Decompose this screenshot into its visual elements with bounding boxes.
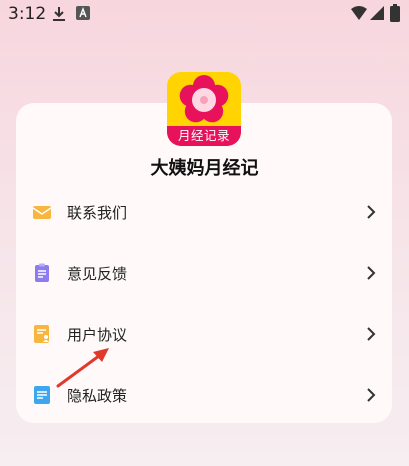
- chevron-right-icon: [367, 205, 376, 219]
- chevron-right-icon: [367, 327, 376, 341]
- download-icon: [53, 7, 65, 21]
- menu-item-label: 用户协议: [67, 326, 128, 344]
- flower-icon: [179, 75, 229, 123]
- menu-item-label: 联系我们: [67, 204, 128, 222]
- app-logo-banner: 月经记录: [167, 126, 241, 146]
- menu-item-contact-us[interactable]: 联系我们: [16, 188, 392, 236]
- status-time: 3:12: [8, 4, 47, 24]
- menu-item-feedback[interactable]: 意见反馈: [16, 249, 392, 297]
- annotation-arrow-icon: [56, 348, 109, 388]
- chevron-right-icon: [367, 388, 376, 402]
- privacy-document-icon: [34, 386, 50, 404]
- mail-icon: [32, 206, 52, 219]
- text-input-icon: [76, 6, 90, 20]
- cellular-signal-icon: [370, 6, 384, 20]
- chevron-right-icon: [367, 266, 376, 280]
- app-logo: 月经记录: [167, 72, 241, 146]
- feedback-clipboard-icon: [35, 263, 49, 282]
- battery-icon: [390, 4, 400, 22]
- app-title: 大姨妈月经记: [150, 158, 259, 179]
- wifi-icon: [351, 6, 367, 20]
- user-agreement-icon: [34, 325, 49, 343]
- status-bar: 3:12: [0, 0, 409, 30]
- menu-item-label: 意见反馈: [67, 265, 128, 283]
